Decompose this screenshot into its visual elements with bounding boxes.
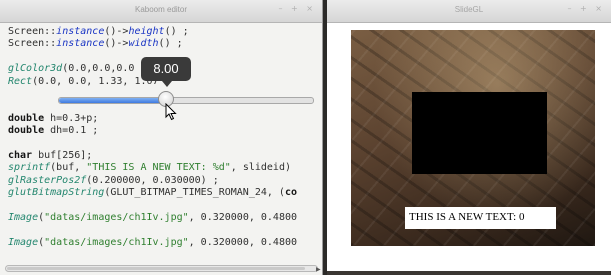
code-line[interactable]: Image("datas/images/ch1Iv.jpg", 0.320000… [8,237,322,249]
slider-value-tooltip: 8.00 [141,57,191,87]
caption-box: THIS IS A NEW TEXT: 0 [405,207,556,229]
horizontal-scrollbar-thumb[interactable] [7,267,305,270]
code-token: Rect [8,75,33,87]
code-token: ()-> [104,38,129,50]
code-token: (0.0,0.0,0.0 [62,63,135,75]
code-token: dh=0.1 ; [44,125,99,137]
code-token: () ; [164,26,189,37]
code-token: Screen:: [8,38,57,50]
code-line[interactable]: Image("datas/images/ch1Iv.jpg", 0.320000… [8,212,322,224]
code-token: glutBitmapString [8,187,105,199]
code-token: instance [56,26,105,37]
slidegl-titlebar[interactable]: SlideGL – + × [327,0,611,23]
code-token: () ; [158,38,183,50]
code-token: width [128,38,159,50]
code-token: (buf, [50,162,87,174]
slide-canvas[interactable]: THIS IS A NEW TEXT: 0 [351,30,595,246]
code-token: buf[256]; [32,149,93,161]
code-token: instance [56,38,105,50]
code-token: (0.0, 0.0, 1.33, 1.0 [32,75,153,87]
code-token: , slideid) [230,162,291,174]
value-slider-fill [59,98,166,103]
code-token: double [8,125,45,137]
editor-window-controls[interactable]: – + × [279,4,317,13]
code-line[interactable]: sprintf(buf, "THIS IS A NEW TEXT: %d", s… [8,162,322,174]
black-rectangle [412,92,547,174]
code-token: "datas/images/ch1Iv.jpg" [44,211,189,223]
scroll-right-icon[interactable]: ▶ [316,266,321,273]
code-token: (0.200000, 0.030000) ; [86,174,219,186]
code-token: co [284,187,297,199]
code-token: "THIS IS A NEW TEXT: %d" [86,162,231,174]
slide-caption: THIS IS A NEW TEXT: 0 [409,211,525,223]
mouse-cursor-icon [165,103,177,121]
code-line[interactable]: double dh=0.1 ; [8,125,322,137]
code-token: sprintf [8,162,51,174]
code-token: Image [8,236,39,248]
editor-title: Kaboom editor [134,5,188,14]
code-token: double [8,112,45,124]
code-token: "datas/images/ch1Iv.jpg" [44,236,189,248]
value-slider-track[interactable] [58,97,314,104]
slidegl-window-controls[interactable]: – + × [568,4,606,13]
code-line[interactable]: Screen::instance()->width() ; [8,38,322,50]
code-token: char [8,149,33,161]
code-token: (GLUT_BITMAP_TIMES_ROMAN_24, ( [104,187,285,199]
code-line[interactable]: glutBitmapString(GLUT_BITMAP_TIMES_ROMAN… [8,187,322,199]
code-token: Screen:: [8,26,57,37]
code-line[interactable]: Screen::instance()->height() ; [8,26,322,38]
horizontal-scrollbar[interactable] [5,265,318,272]
code-line[interactable] [8,138,322,150]
code-token: , 0.320000, 0.4800 [188,211,298,223]
code-line[interactable]: char buf[256]; [8,150,322,162]
code-token: glRasterPos2f [8,174,87,186]
code-token: height [128,26,165,37]
slidegl-window: SlideGL – + × THIS IS A NEW TEXT: 0 [327,0,611,275]
code-token: , 0.320000, 0.4800 [188,236,298,248]
code-token: h=0.3+p; [44,112,99,124]
editor-titlebar[interactable]: Kaboom editor – + × [0,0,322,23]
code-line[interactable]: glRasterPos2f(0.200000, 0.030000) ; [8,175,322,187]
desktop-strip [327,271,611,275]
code-token: Image [8,211,39,223]
code-token: glColor3d [8,63,63,75]
code-line[interactable] [8,199,322,211]
editor-window: Kaboom editor – + × Screen::instance()->… [0,0,323,275]
code-token: ()-> [104,26,129,37]
code-line[interactable] [8,224,322,236]
